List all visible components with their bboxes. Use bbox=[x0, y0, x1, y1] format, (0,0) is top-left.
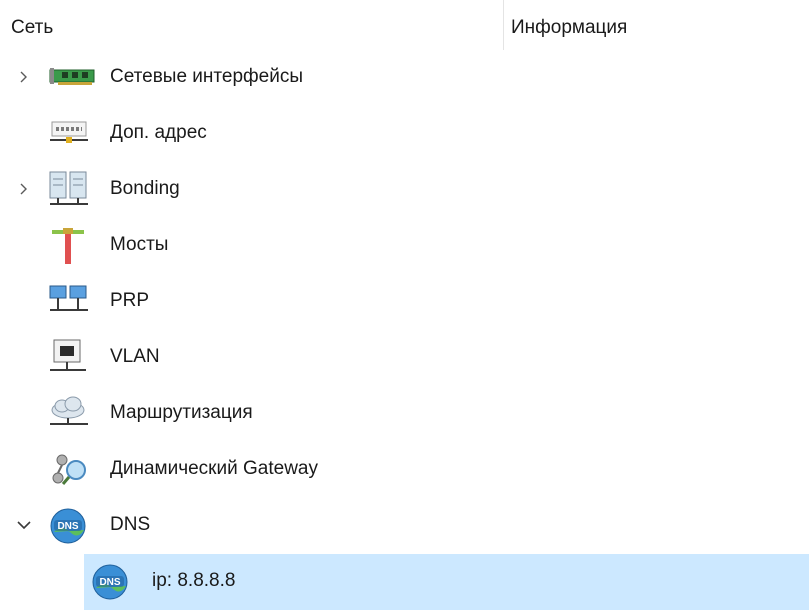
vlan-icon bbox=[48, 338, 96, 378]
chevron-down-icon[interactable] bbox=[14, 515, 34, 535]
tree-item-bridges[interactable]: Мосты bbox=[0, 218, 809, 274]
tree-item-dns[interactable]: DNS DNS bbox=[0, 498, 809, 554]
column-header-network[interactable]: Сеть bbox=[11, 17, 53, 39]
tree-item-label: Динамический Gateway bbox=[110, 458, 318, 479]
chevron-right-icon[interactable] bbox=[14, 179, 34, 199]
tree-item-prp[interactable]: PRP bbox=[0, 274, 809, 330]
tree-item-label: PRP bbox=[110, 290, 150, 311]
svg-text:DNS: DNS bbox=[57, 521, 78, 532]
tree-item-label: ip: 8.8.8.8 bbox=[152, 570, 236, 591]
tree-item-label: Bonding bbox=[110, 178, 180, 199]
tree-item-dns-ip-selected[interactable]: DNS ip: 8.8.8.8 bbox=[84, 554, 809, 610]
tree-item-bonding[interactable]: Bonding bbox=[0, 162, 809, 218]
dns-globe-icon: DNS bbox=[90, 562, 138, 602]
tree-item-label: Сетевые интерфейсы bbox=[110, 66, 304, 87]
bonding-servers-icon bbox=[48, 170, 96, 210]
column-header: Сеть Информация bbox=[0, 0, 809, 56]
svg-text:DNS: DNS bbox=[99, 577, 120, 588]
tree-item-additional-address[interactable]: Доп. адрес bbox=[0, 106, 809, 162]
tree-item-dynamic-gateway[interactable]: Динамический Gateway bbox=[0, 442, 809, 498]
column-header-info[interactable]: Информация bbox=[511, 17, 627, 39]
routing-cloud-icon bbox=[48, 394, 96, 434]
tree-item-label: Доп. адрес bbox=[110, 122, 207, 143]
chevron-right-icon[interactable] bbox=[14, 67, 34, 87]
tree-item-label: DNS bbox=[110, 514, 151, 535]
tree-item-routing[interactable]: Маршрутизация bbox=[0, 386, 809, 442]
column-separator[interactable] bbox=[503, 0, 504, 50]
tree-item-vlan[interactable]: VLAN bbox=[0, 330, 809, 386]
ip-address-icon bbox=[48, 114, 96, 154]
network-card-icon bbox=[48, 58, 96, 98]
dynamic-gateway-icon bbox=[48, 450, 96, 490]
tree-item-label: VLAN bbox=[110, 346, 160, 367]
prp-network-icon bbox=[48, 282, 96, 322]
tree-item-network-interfaces[interactable]: Сетевые интерфейсы bbox=[0, 50, 809, 106]
dns-globe-icon: DNS bbox=[48, 506, 96, 546]
tree-item-label: Мосты bbox=[110, 234, 169, 255]
tree-item-label: Маршрутизация bbox=[110, 402, 253, 423]
bridge-icon bbox=[48, 226, 96, 266]
